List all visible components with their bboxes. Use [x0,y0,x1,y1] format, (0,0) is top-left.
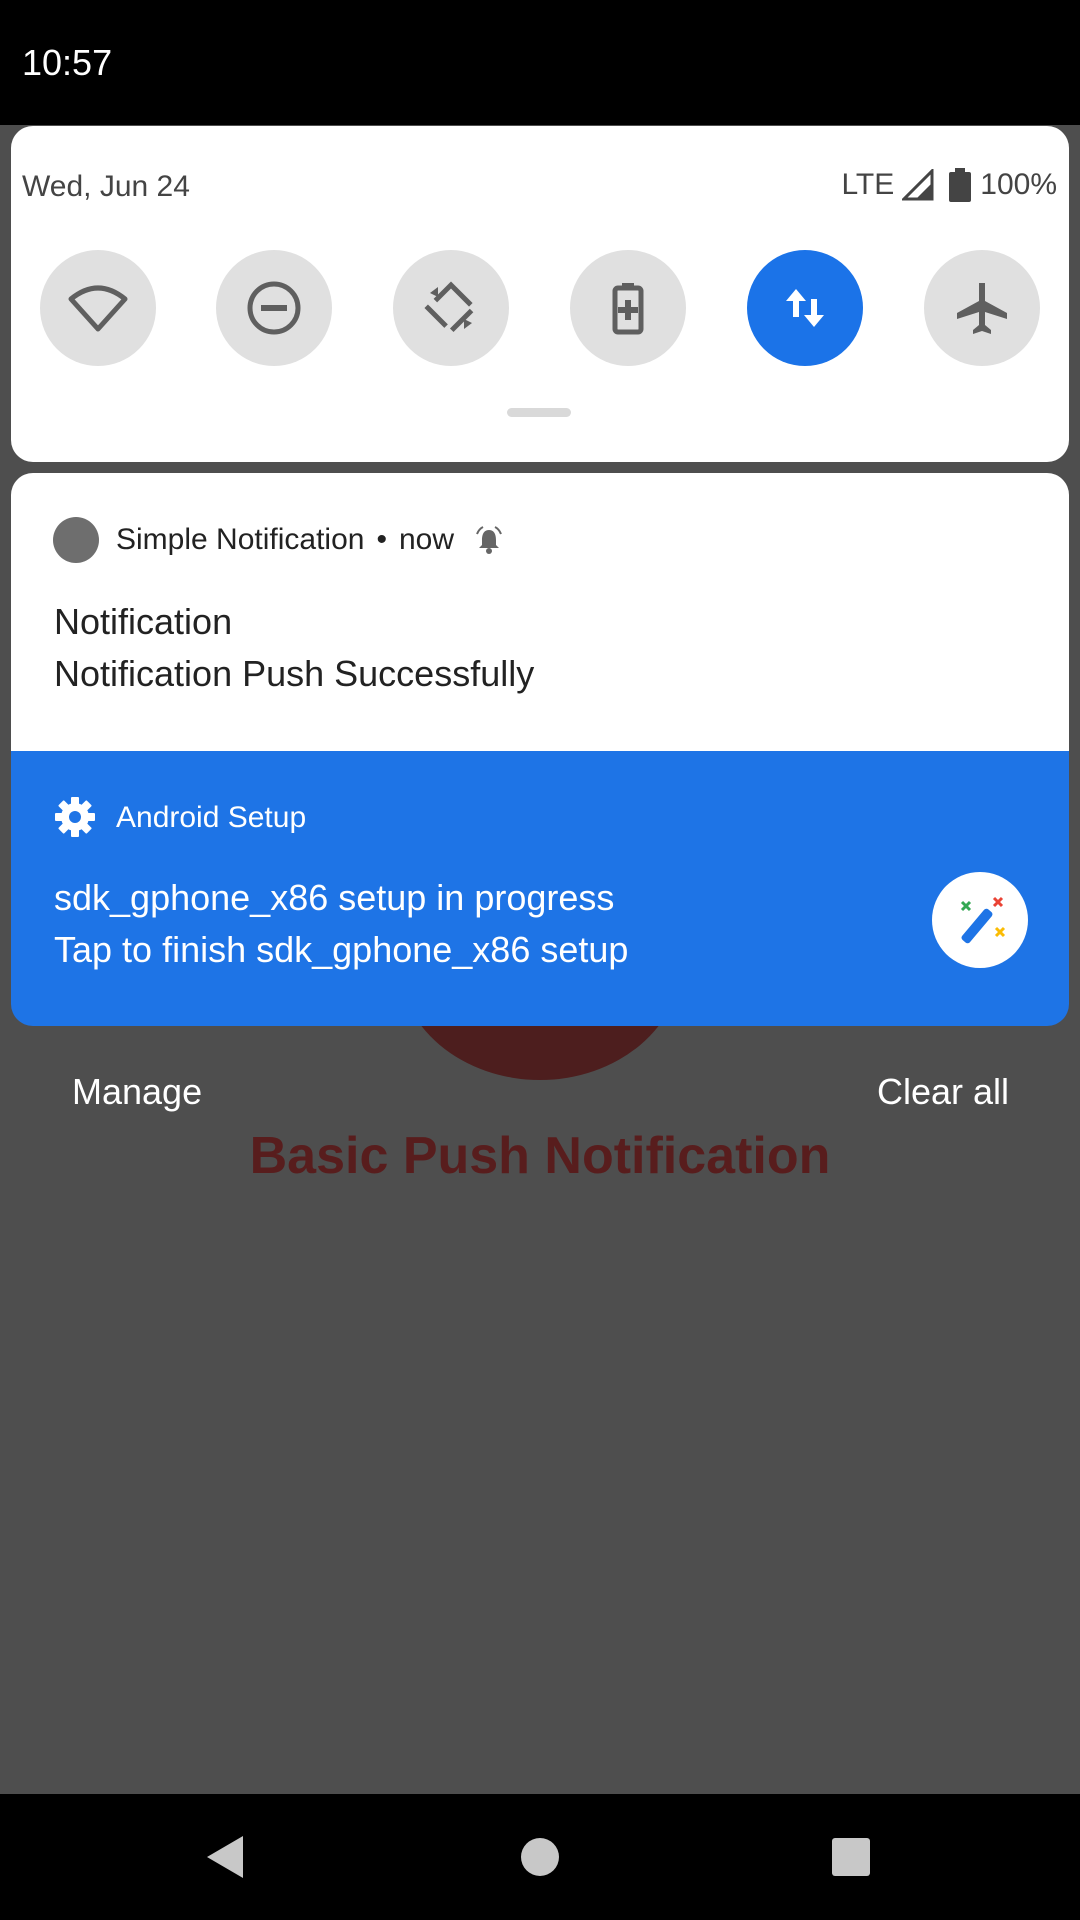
magic-wand-icon [960,896,1006,944]
do-not-disturb-icon [247,281,301,335]
notification-app-name: Simple Notification [116,523,365,556]
gear-icon [55,797,95,837]
qs-date[interactable]: Wed, Jun 24 [22,170,190,204]
airplane-mode-tile[interactable] [924,250,1040,366]
app-icon [53,517,99,563]
battery-percent: 100% [980,168,1057,201]
mobile-data-tile[interactable] [747,250,863,366]
notification-simple[interactable]: Simple Notification • now Notification N… [11,473,1069,751]
auto-rotate-icon [424,281,478,335]
notification-text: Notification Push Successfully [54,653,535,694]
airplane-icon [957,283,1007,334]
app-title: Basic Push Notification [249,1127,831,1185]
clear-all-button[interactable]: Clear all [877,1071,1009,1113]
auto-rotate-tile[interactable] [393,250,509,366]
navigation-bar [0,1794,1080,1920]
qs-drag-handle[interactable] [507,408,571,417]
notification-app-name: Android Setup [116,801,307,834]
battery-icon [949,168,972,202]
wifi-tile[interactable] [40,250,156,366]
battery-saver-icon [612,283,644,335]
header-separator: • [376,523,387,556]
network-type-label: LTE [841,168,895,201]
qs-status-indicators: LTE 100% [841,168,1057,202]
notification-time: now [398,523,454,556]
quick-settings-panel: Wed, Jun 24 LTE 100% [11,126,1069,462]
notification-android-setup[interactable]: Android Setup sdk_gphone_x86 setup in pr… [11,751,1069,1026]
home-icon[interactable] [519,1834,561,1880]
recents-icon[interactable] [830,1834,872,1880]
setup-wizard-icon [932,872,1028,968]
manage-button[interactable]: Manage [72,1071,202,1113]
back-icon[interactable] [205,1834,245,1880]
battery-saver-tile[interactable] [570,250,686,366]
wifi-icon [68,285,128,332]
notification-text: Tap to finish sdk_gphone_x86 setup [54,929,629,970]
data-transfer-icon [786,289,824,327]
status-bar: 10:57 [0,0,1080,125]
dnd-tile[interactable] [216,250,332,366]
signal-icon [902,169,934,201]
notification-title: sdk_gphone_x86 setup in progress [54,877,615,918]
status-clock: 10:57 [22,42,113,83]
notification-title: Notification [54,601,233,642]
alert-bell-icon [476,526,502,554]
notification-header: Simple Notification • now [116,523,504,557]
